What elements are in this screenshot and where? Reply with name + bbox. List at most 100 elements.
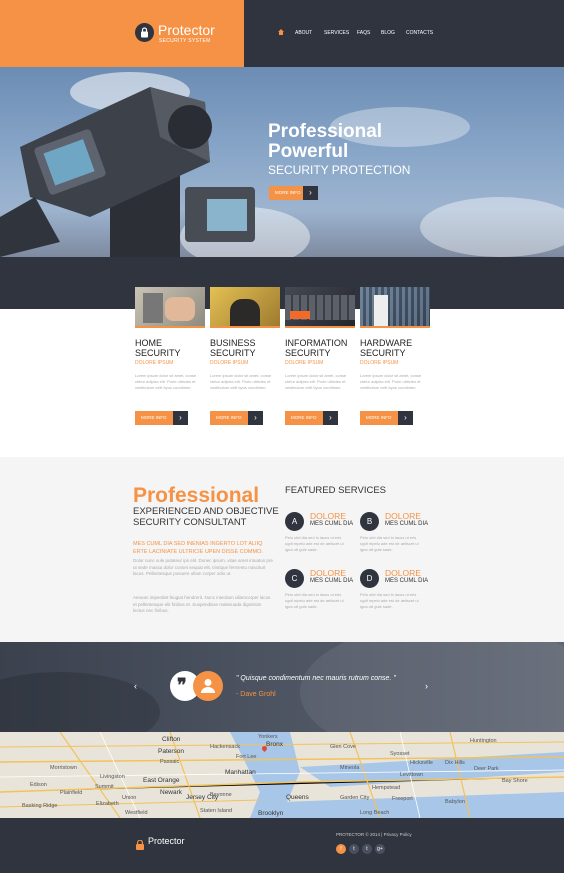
twitter-icon[interactable]: t <box>362 844 372 854</box>
service-text: Lorem ipsum dolor sit amet, conse ctetur… <box>360 373 422 390</box>
service-more-info-button[interactable]: MORE INFO › <box>210 411 263 425</box>
about-highlight: MES CUML DIA SED INENIAS INGERTO LOT ALI… <box>133 541 263 555</box>
chevron-right-icon[interactable]: › <box>425 681 428 691</box>
information-security-image <box>285 287 355 328</box>
google-plus-icon[interactable]: g+ <box>375 844 385 854</box>
about-title: Professional <box>133 484 260 507</box>
rss-icon[interactable]: t <box>349 844 359 854</box>
feature-heading: DOLORE <box>385 511 421 521</box>
nav-contacts[interactable]: CONTACTS <box>406 30 433 36</box>
service-text: Lorem ipsum dolor sit amet, conse ctetur… <box>135 373 197 390</box>
home-icon[interactable] <box>278 29 284 37</box>
map-label: Paterson <box>158 748 185 755</box>
service-text: Lorem ipsum dolor sit amet, conse ctetur… <box>285 373 347 390</box>
location-map[interactable]: Clifton Paterson Bronx Syosset Morristow… <box>0 732 564 818</box>
footer-logo[interactable]: Protector <box>148 836 185 846</box>
service-more-info-button[interactable]: MORE INFO › <box>360 411 413 425</box>
map-label: Mineola <box>340 765 360 771</box>
map-label: Jersey City <box>186 794 219 801</box>
about-text-2: Aenean imperdiet feugiat hendrerit. Nunc… <box>133 595 271 613</box>
footer-copyright: PROTECTOR © 2014 | Privacy Policy <box>336 832 412 837</box>
map-label: Bronx <box>266 741 283 748</box>
map-label: Bay Shore <box>502 778 528 784</box>
service-more-info-button[interactable]: MORE INFO › <box>285 411 338 425</box>
services-band <box>0 257 564 309</box>
map-label: Fort Lee <box>236 754 257 760</box>
feature-heading: DOLORE <box>385 568 421 578</box>
feature-subheading: MES CUML DIA <box>310 578 354 584</box>
service-more-info-button[interactable]: MORE INFO › <box>135 411 188 425</box>
chevron-right-icon: › <box>248 411 263 425</box>
map-label: Yonkers <box>258 734 278 740</box>
map-label: Syosset <box>390 751 410 757</box>
map-label: Freeport <box>392 796 413 802</box>
service-text: Lorem ipsum dolor sit amet, conse ctetur… <box>210 373 272 390</box>
map-label: Babylon <box>445 799 465 805</box>
feature-subheading: MES CUML DIA <box>385 521 429 527</box>
testimonial-quote: " Quisque condimentum nec mauris rutrum … <box>236 675 396 682</box>
feature-heading: DOLORE <box>310 511 346 521</box>
user-avatar-icon <box>193 671 223 701</box>
business-security-image <box>210 287 280 328</box>
feature-letter-badge: C <box>285 569 304 588</box>
map-label: Glen Cove <box>330 744 356 750</box>
map-label: Passaic <box>160 759 180 765</box>
hero-more-info-button[interactable]: MORE INFO › <box>269 186 318 200</box>
facebook-icon[interactable]: f <box>336 844 346 854</box>
map-label: Dix Hills <box>445 760 465 766</box>
service-title-hardware: HARDWARE SECURITY <box>360 338 413 358</box>
feature-text: Pelu ulet dia sed in lacus ut eris ugdt … <box>360 592 419 609</box>
testimonial-slider <box>0 642 564 732</box>
featured-services-title: FEATURED SERVICES <box>285 485 387 496</box>
feature-heading: DOLORE <box>310 568 346 578</box>
map-label: Westfield <box>125 810 148 816</box>
feature-letter-badge: D <box>360 569 379 588</box>
map-label: Hackensack <box>210 744 240 750</box>
feature-subheading: MES CUML DIA <box>310 521 354 527</box>
service-title-information: INFORMATION SECURITY <box>285 338 348 358</box>
hero-title: Professional Powerful <box>268 122 382 162</box>
nav-blog[interactable]: BLOG <box>381 30 395 36</box>
hero-title-line2: Powerful <box>268 141 349 162</box>
feature-letter-badge: A <box>285 512 304 531</box>
feature-subheading: MES CUML DIA <box>385 578 429 584</box>
lock-icon <box>136 837 144 855</box>
hardware-security-image <box>360 287 430 328</box>
map-label: Basking Ridge <box>22 803 58 809</box>
map-label: Newark <box>160 789 183 796</box>
testimonial-author: - Dave Grohl <box>236 691 276 698</box>
thumb-accent-bar <box>285 326 355 328</box>
feature-letter-badge: B <box>360 512 379 531</box>
map-label: Livingston <box>100 774 125 780</box>
hero-subtitle: SECURITY PROTECTION <box>268 163 411 177</box>
chevron-right-icon: › <box>173 411 188 425</box>
nav-services[interactable]: SERVICES <box>324 30 349 36</box>
map-label: Brooklyn <box>258 810 284 817</box>
home-security-image <box>135 287 205 328</box>
map-label: Levittown <box>400 772 424 778</box>
map-label: Manhattan <box>225 769 256 776</box>
nav-about[interactable]: ABOUT <box>295 30 312 36</box>
thumb-accent-bar <box>210 326 280 328</box>
map-label: Union <box>122 795 137 801</box>
thumb-accent-bar <box>360 326 430 328</box>
about-section <box>0 457 564 642</box>
feature-text: Pelu ulet dia sed in lacus ut eris ugdt … <box>360 535 419 552</box>
map-label: Long Beach <box>360 810 390 816</box>
map-label: Clifton <box>162 736 181 743</box>
logo-subtitle: SECURITY SYSTEM <box>159 38 211 44</box>
service-subtitle: DOLORE IPSUM <box>285 360 324 366</box>
lock-icon <box>135 23 154 42</box>
main-nav: ABOUT SERVICES FAQS BLOG CONTACTS <box>244 0 564 67</box>
about-text-1: Dolor nunc vule putateur ips elit. Donec… <box>133 558 273 576</box>
logo-title[interactable]: Protector <box>158 22 215 38</box>
feature-text: Pelu ulet dia sed in lacus ut eris ugdt … <box>285 535 344 552</box>
map-label: Deer Park <box>474 766 499 772</box>
map-label: Huntington <box>470 738 497 744</box>
map-label: Staten Island <box>200 808 233 814</box>
map-label: Elizabeth <box>96 801 119 807</box>
chevron-left-icon[interactable]: ‹ <box>134 681 137 691</box>
nav-faqs[interactable]: FAQS <box>357 30 370 36</box>
security-camera-image <box>0 87 255 257</box>
hero-banner <box>0 67 564 257</box>
